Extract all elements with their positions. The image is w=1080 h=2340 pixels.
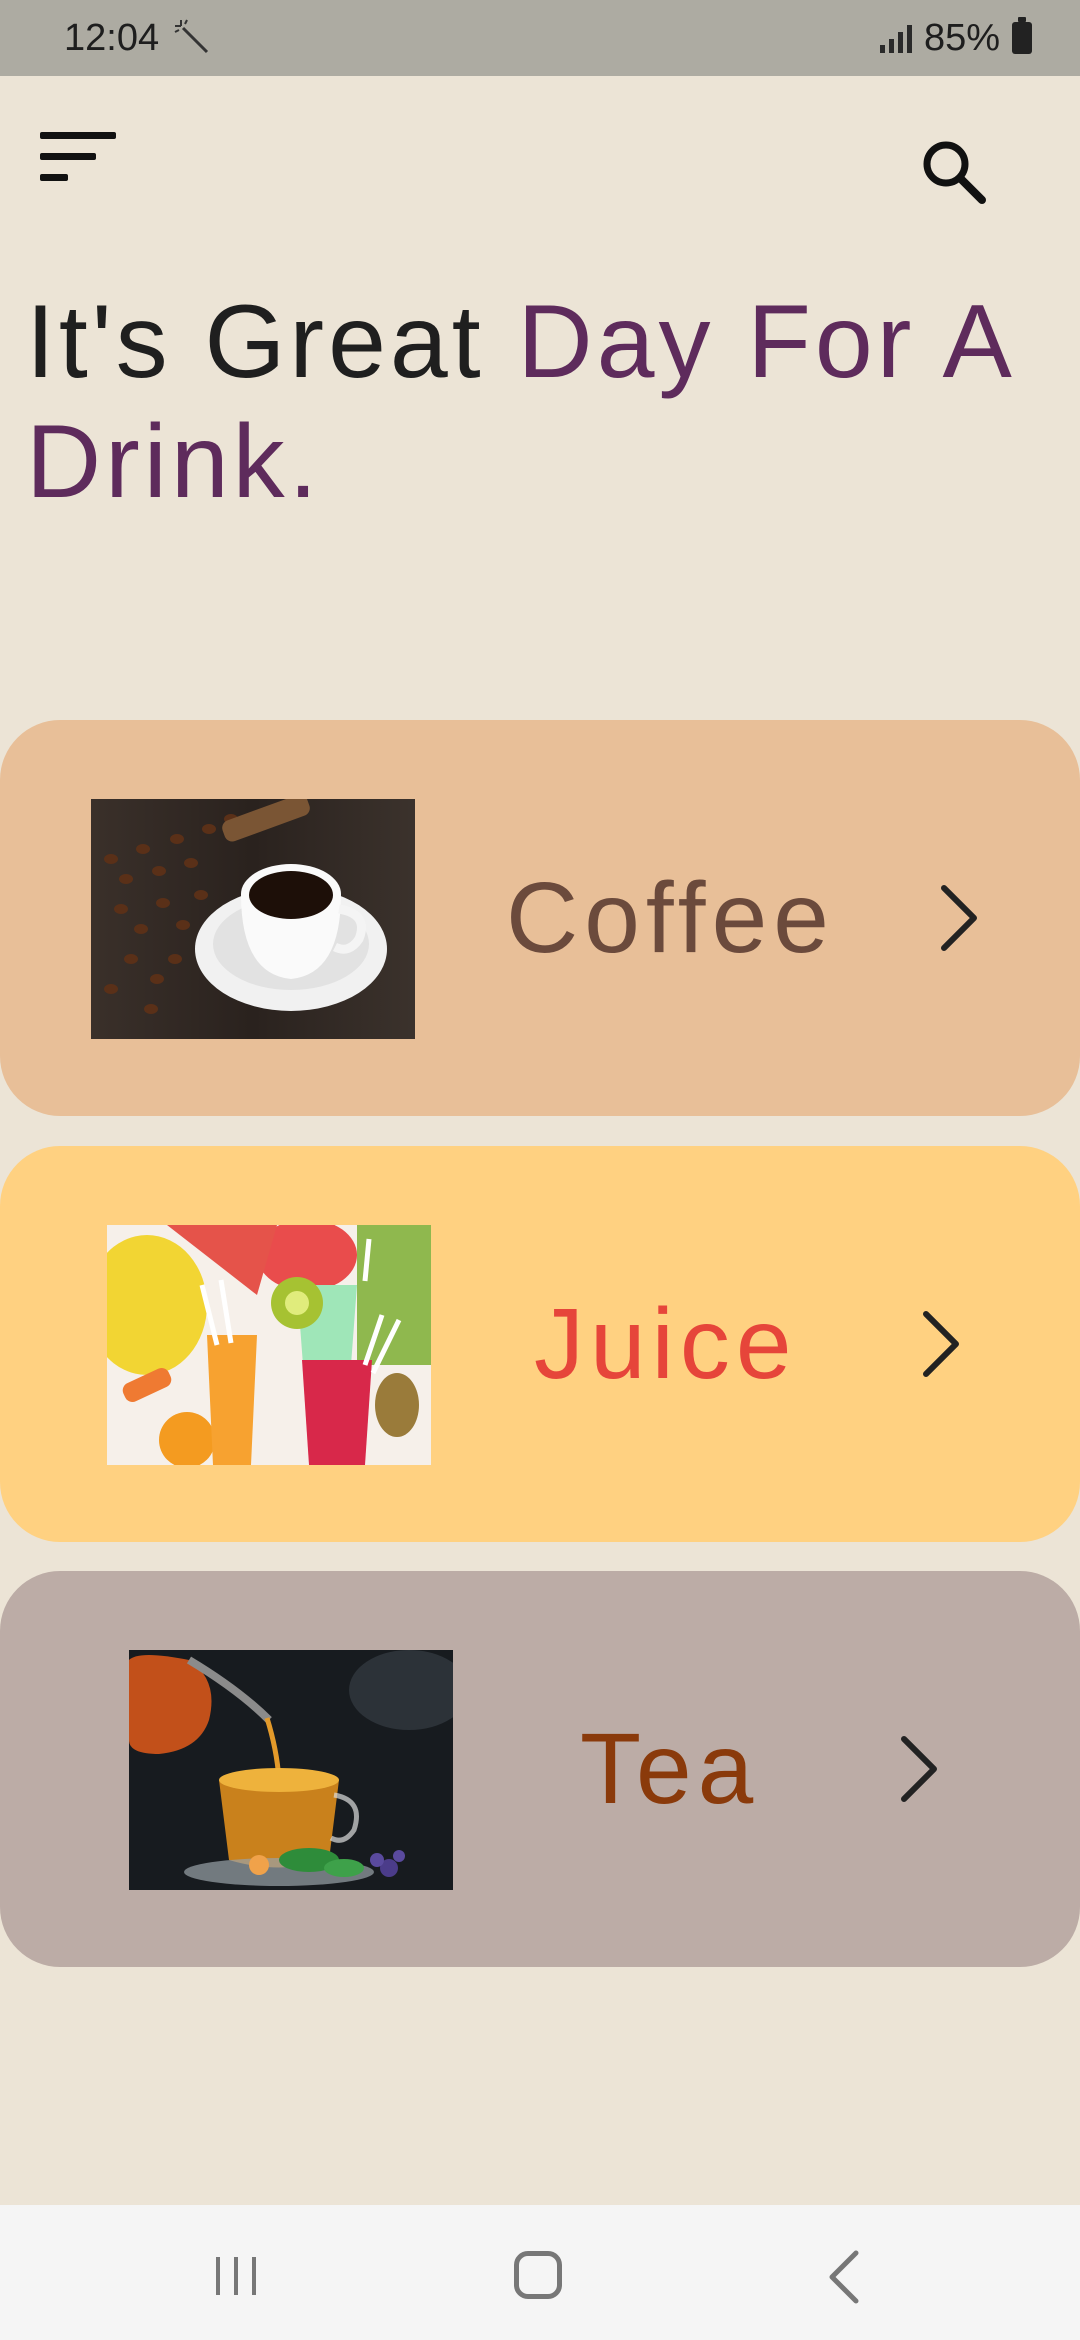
filter-menu-icon[interactable] [40,128,116,184]
category-label-coffee: Coffee [506,862,835,974]
chevron-right-icon[interactable] [890,1731,950,1807]
category-card-juice[interactable]: Juice [0,1146,1080,1542]
category-label-juice: Juice [534,1288,798,1400]
tea-image [129,1650,453,1890]
juice-image [107,1225,431,1465]
magic-wand-icon [174,19,209,54]
status-left: 12:04 [64,17,213,60]
navigation-bar [0,2205,1080,2340]
coffee-image [91,799,415,1039]
battery-percent: 85% [923,16,1000,59]
chevron-right-icon[interactable] [930,880,990,956]
home-icon[interactable] [514,2251,562,2299]
headline-part-1: It's Great [26,284,518,400]
back-icon[interactable] [826,2249,860,2305]
battery-icon [1012,17,1032,54]
recents-icon[interactable] [214,2255,258,2297]
search-icon[interactable] [918,136,988,206]
headline: It's Great Day For A Drink. [26,282,1066,522]
status-time: 12:04 [64,16,160,59]
status-right: 85% [879,16,1032,60]
status-bar: 12:04 85% [0,0,1080,76]
category-card-coffee[interactable]: Coffee [0,720,1080,1116]
signal-icon [879,23,912,53]
category-label-tea: Tea [580,1713,760,1825]
category-card-tea[interactable]: Tea [0,1571,1080,1967]
chevron-right-icon[interactable] [912,1306,972,1382]
